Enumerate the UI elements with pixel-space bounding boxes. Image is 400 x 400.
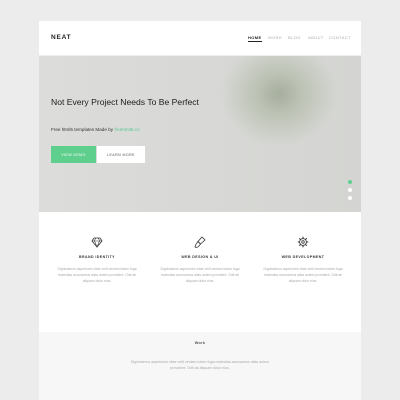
service-description: Dignissimos asperiores vitae velit venia…	[57, 267, 137, 283]
diamond-icon	[91, 235, 103, 248]
nav-active-underline	[248, 41, 262, 42]
nav-work[interactable]: WORK	[268, 35, 282, 40]
work-title: Work	[194, 341, 206, 345]
site-header: NEAT HOME WORK BLOG ABOUT CONTACT	[39, 21, 361, 56]
nav-contact[interactable]: CONTACT	[329, 35, 351, 40]
hero-title: Not Every Project Needs To Be Perfect	[51, 97, 199, 107]
nav-home-label: HOME	[248, 35, 262, 40]
view-demo-button[interactable]: VIEW DEMO	[51, 146, 96, 163]
learn-more-button[interactable]: LEARN MORE	[97, 146, 145, 163]
work-section: Work Dignissimos asperiores vitae velit …	[39, 332, 361, 400]
services-section: BRAND IDENTITY Dignissimos asperiores vi…	[39, 212, 361, 332]
nav-blog[interactable]: BLOG	[288, 35, 301, 40]
slider-dot-1[interactable]	[348, 180, 352, 184]
hero-slider: Not Every Project Needs To Be Perfect Fr…	[39, 56, 361, 212]
hero-subtitle-link[interactable]: freehtml5.co	[114, 127, 139, 132]
service-description: Dignissimos asperiores vitae velit venia…	[160, 267, 240, 283]
page-frame: NEAT HOME WORK BLOG ABOUT CONTACT Not Ev…	[39, 21, 361, 400]
slider-dot-2[interactable]	[348, 188, 352, 192]
service-title: WEB DESIGN & UI	[181, 255, 219, 259]
nav-about[interactable]: ABOUT	[308, 35, 324, 40]
site-logo[interactable]: NEAT	[51, 34, 71, 41]
paintbrush-icon	[194, 235, 206, 248]
hero-subtitle-text: Free html5 templates Made by	[51, 127, 115, 132]
service-description: Dignissimos asperiores vitae velit venia…	[263, 267, 343, 283]
service-title: BRAND IDENTITY	[79, 255, 115, 259]
gear-icon	[297, 235, 309, 248]
service-title: WEB DEVELOPMENT	[281, 255, 325, 259]
slider-dot-3[interactable]	[348, 196, 352, 200]
nav-home[interactable]: HOME	[248, 35, 262, 42]
work-description: Dignissimos asperiores vitae velit venia…	[130, 360, 270, 370]
hero-subtitle: Free html5 templates Made by freehtml5.c…	[51, 127, 140, 132]
